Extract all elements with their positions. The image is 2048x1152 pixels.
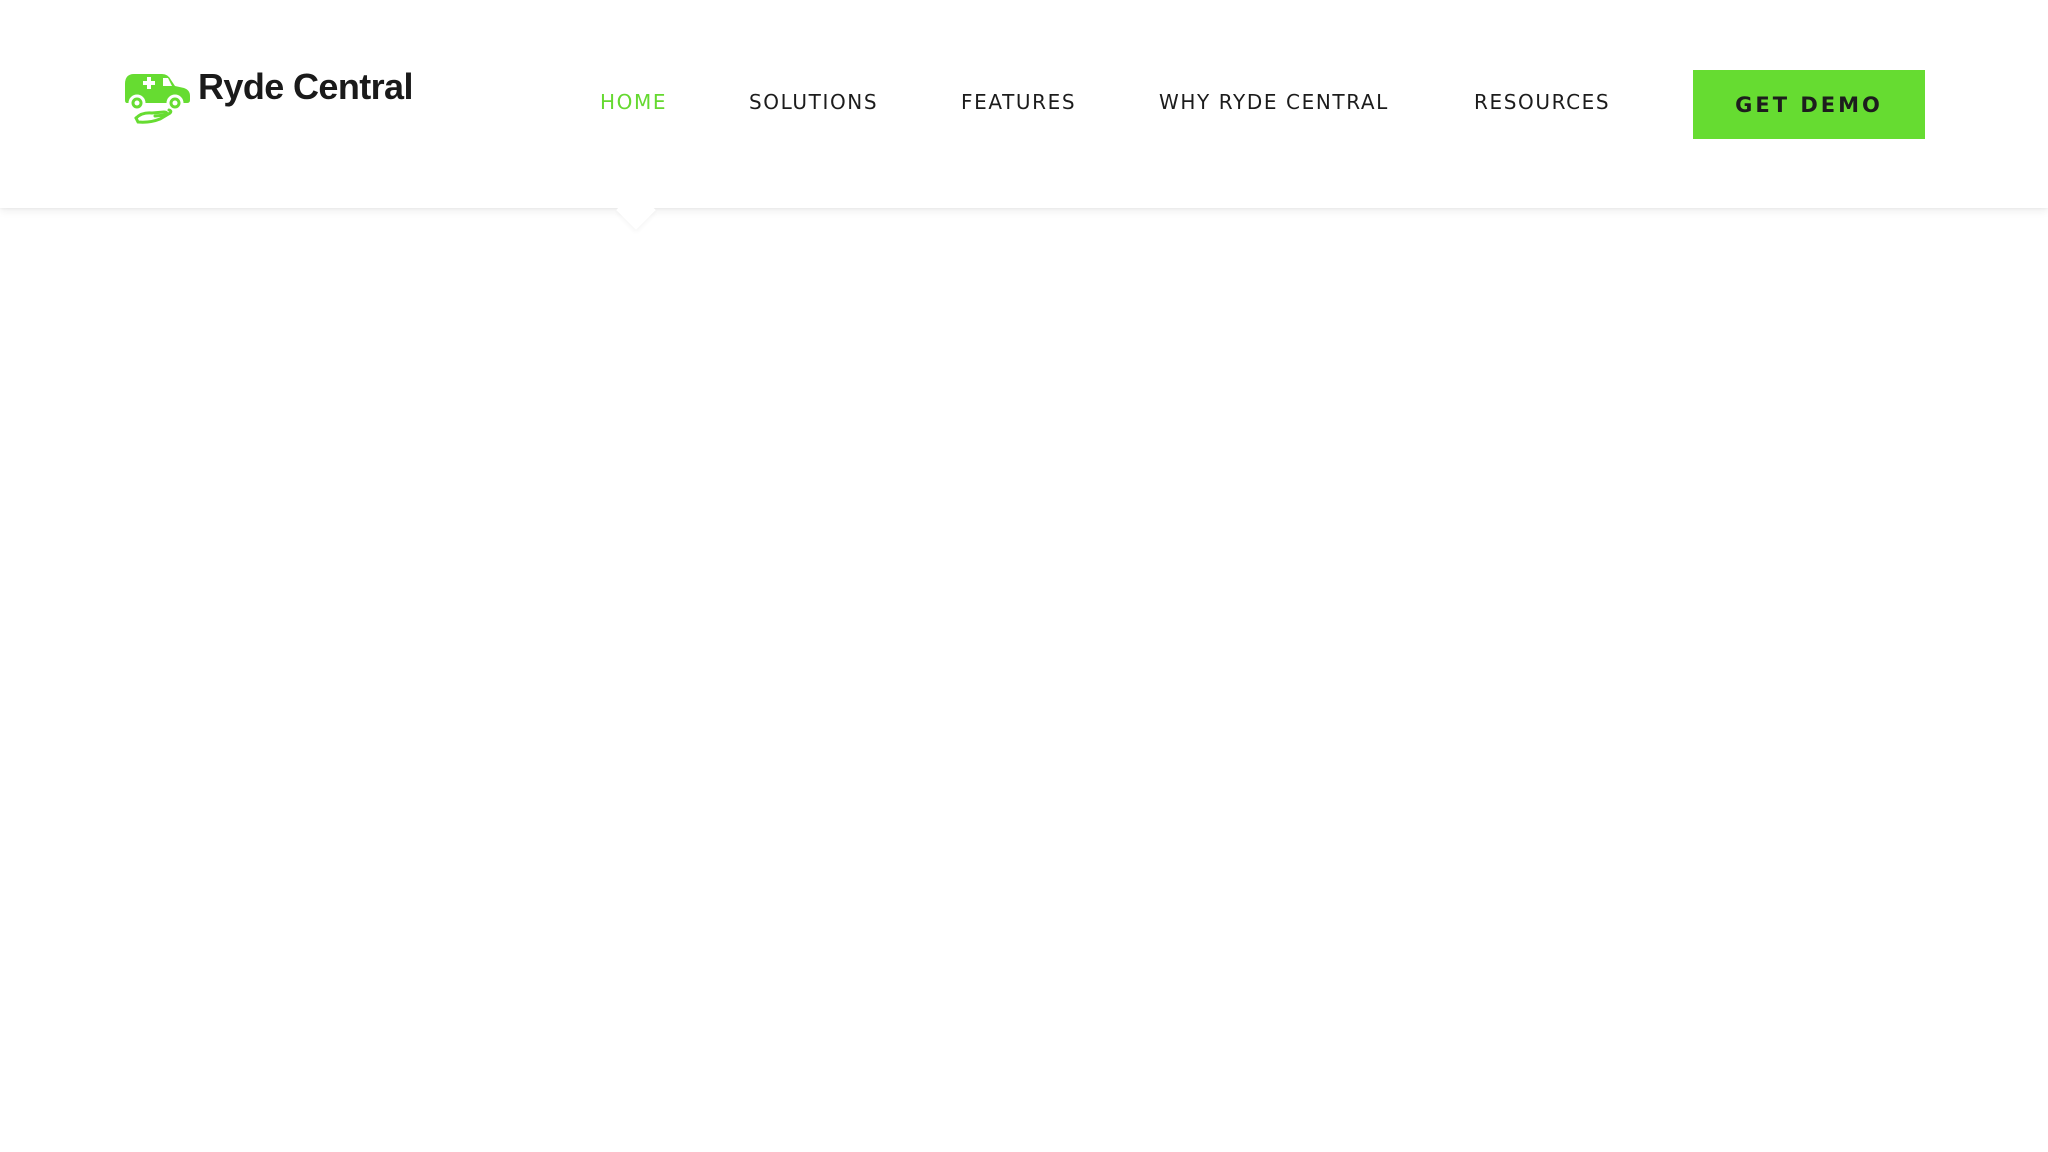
nav-item-resources[interactable]: RESOURCES [1474, 88, 1610, 116]
main-content [0, 208, 2048, 1152]
page: Ryde Central HOME SOLUTIONS FEATURES WHY… [0, 0, 2048, 1152]
nav-item-features[interactable]: FEATURES [961, 88, 1076, 116]
nav-item-why-ryde-central[interactable]: WHY RYDE CENTRAL [1159, 88, 1389, 116]
header-bar: Ryde Central HOME SOLUTIONS FEATURES WHY… [0, 0, 2048, 208]
nav-item-solutions[interactable]: SOLUTIONS [749, 88, 878, 116]
nav-item-home[interactable]: HOME [600, 88, 667, 116]
get-demo-button[interactable]: GET DEMO [1693, 70, 1925, 139]
